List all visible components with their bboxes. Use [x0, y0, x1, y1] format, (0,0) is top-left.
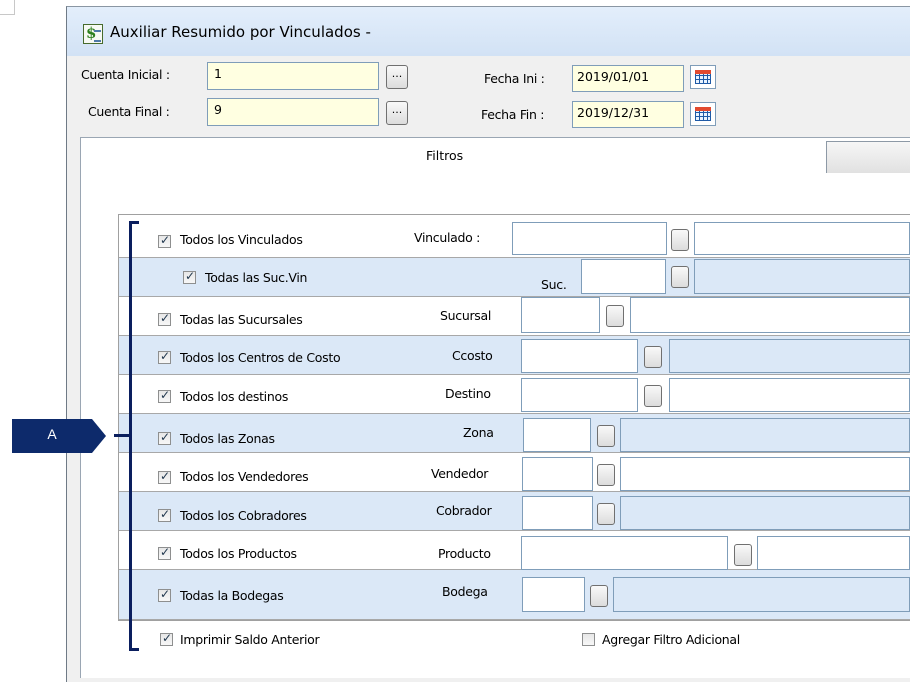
ccosto-checkbox[interactable]: [158, 349, 171, 364]
fecha-fin-calendar-button[interactable]: [690, 102, 716, 126]
sucursal-name-input[interactable]: [630, 297, 910, 333]
report-app-icon: $: [83, 24, 103, 44]
zona-field-label: Zona: [463, 425, 494, 440]
cobradores-checkbox[interactable]: [158, 507, 171, 522]
zona-code-input[interactable]: [523, 418, 591, 452]
vendedor-name-input[interactable]: [620, 457, 910, 491]
suc-field-label: Suc.: [541, 277, 567, 292]
cuenta-final-label: Cuenta Final :: [88, 104, 170, 119]
suc-vin-checkbox-label: Todas las Suc.Vin: [205, 270, 308, 285]
bodega-code-input[interactable]: [522, 577, 585, 612]
zona-browse-button[interactable]: [597, 425, 615, 447]
cobrador-field-label: Cobrador: [436, 503, 492, 518]
cuenta-final-browse-button[interactable]: ...: [386, 101, 408, 125]
cobradores-checkbox-label: Todos los Cobradores: [180, 508, 307, 523]
vinculado-browse-button[interactable]: [671, 229, 689, 251]
bodega-field-label: Bodega: [442, 584, 488, 599]
zonas-checkbox[interactable]: [158, 430, 171, 445]
bodega-browse-button[interactable]: [590, 585, 608, 607]
vendedor-browse-button[interactable]: [597, 464, 615, 486]
fecha-fin-field[interactable]: 2019/12/31: [572, 101, 684, 128]
destino-field-label: Destino: [445, 386, 491, 401]
fecha-fin-label: Fecha Fin :: [481, 107, 545, 122]
destino-name-input[interactable]: [669, 378, 910, 412]
sucursales-checkbox[interactable]: [158, 311, 171, 326]
cobrador-code-input[interactable]: [522, 496, 593, 530]
cuenta-inicial-browse-button[interactable]: ...: [386, 65, 408, 89]
vinculados-checkbox[interactable]: [158, 233, 171, 248]
tab-filtros[interactable]: Filtros: [426, 148, 463, 163]
cobrador-browse-button[interactable]: [597, 503, 615, 525]
ccosto-browse-button[interactable]: [644, 346, 662, 368]
vinculado-name-input[interactable]: [694, 222, 910, 255]
cobrador-name-input[interactable]: [620, 496, 910, 530]
fecha-ini-field[interactable]: 2019/01/01: [572, 65, 684, 92]
ccosto-checkbox-label: Todos los Centros de Costo: [180, 350, 341, 365]
annotation-bracket-tick: [114, 434, 131, 437]
producto-browse-button[interactable]: [734, 544, 752, 566]
imprimir-saldo-anterior-checkbox[interactable]: [160, 631, 173, 646]
destinos-checkbox[interactable]: [158, 388, 171, 403]
annotation-callout-arrow: [92, 419, 106, 453]
productos-checkbox[interactable]: [158, 545, 171, 560]
producto-name-input[interactable]: [757, 536, 910, 570]
agregar-filtro-adicional-checkbox[interactable]: [582, 633, 595, 646]
vinculado-code-input[interactable]: [512, 222, 667, 255]
annotation-callout-label: A: [47, 426, 57, 442]
vinculado-field-label: Vinculado :: [414, 230, 481, 245]
destinos-checkbox-label: Todos los destinos: [180, 389, 289, 404]
bodegas-checkbox[interactable]: [158, 587, 171, 602]
vendedores-checkbox-label: Todos los Vendedores: [180, 469, 309, 484]
sucursal-field-label: Sucursal: [440, 308, 492, 323]
sucursal-code-input[interactable]: [521, 297, 600, 333]
destino-browse-button[interactable]: [644, 385, 662, 407]
suc-code-input[interactable]: [581, 259, 666, 294]
ccosto-name-input[interactable]: [669, 339, 910, 373]
destino-code-input[interactable]: [521, 378, 638, 412]
zonas-checkbox-label: Todos las Zonas: [180, 431, 275, 446]
imprimir-saldo-anterior-label: Imprimir Saldo Anterior: [180, 632, 320, 647]
productos-checkbox-label: Todos los Productos: [180, 546, 297, 561]
agregar-filtro-adicional-label: Agregar Filtro Adicional: [602, 632, 740, 647]
cuenta-inicial-label: Cuenta Inicial :: [81, 67, 170, 82]
vendedor-field-label: Vendedor: [431, 466, 489, 481]
vendedores-checkbox[interactable]: [158, 469, 171, 484]
ccosto-field-label: Ccosto: [452, 348, 493, 363]
suc-name-input[interactable]: [694, 259, 910, 294]
corner-mark: [0, 0, 15, 15]
suc-browse-button[interactable]: [671, 266, 689, 288]
tab-secondary[interactable]: [826, 141, 910, 173]
zona-name-input[interactable]: [620, 418, 910, 452]
vinculados-checkbox-label: Todos los Vinculados: [180, 232, 303, 247]
cuenta-final-field[interactable]: 9: [207, 98, 379, 126]
sucursales-checkbox-label: Todas las Sucursales: [180, 312, 303, 327]
fecha-ini-label: Fecha Ini :: [484, 71, 545, 86]
ccosto-code-input[interactable]: [521, 339, 638, 373]
suc-vin-checkbox[interactable]: [183, 269, 196, 284]
sucursal-browse-button[interactable]: [606, 305, 624, 327]
bodegas-checkbox-label: Todas la Bodegas: [180, 588, 284, 603]
producto-field-label: Producto: [438, 546, 491, 561]
bodega-name-input[interactable]: [613, 577, 910, 612]
window-title: Auxiliar Resumido por Vinculados -: [110, 23, 371, 41]
cuenta-inicial-field[interactable]: 1: [207, 62, 379, 90]
fecha-ini-calendar-button[interactable]: [690, 65, 716, 89]
vendedor-code-input[interactable]: [522, 457, 593, 491]
producto-code-input[interactable]: [521, 536, 728, 570]
